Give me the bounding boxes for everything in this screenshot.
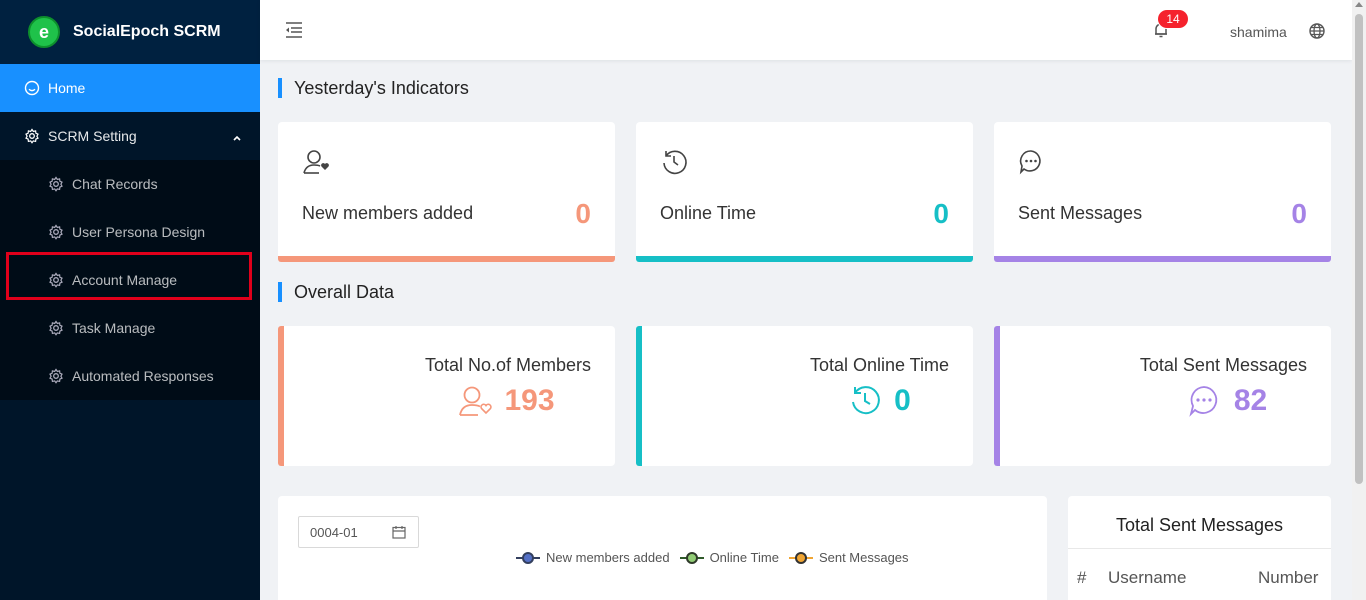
sidebar-item-label: Chat Records <box>72 176 158 192</box>
calendar-icon <box>392 525 406 539</box>
sidebar-item-user-persona-design[interactable]: User Persona Design <box>0 208 260 256</box>
gear-icon <box>48 320 64 336</box>
chat-bubble-icon <box>1018 148 1048 176</box>
legend-marker <box>788 551 813 564</box>
sent-messages-table-card: Total Sent Messages # Username Number <box>1068 496 1331 600</box>
legend-item-online-time[interactable]: Online Time <box>679 550 779 565</box>
sidebar: e SocialEpoch SCRM Home SCRM Setting Cha… <box>0 0 260 600</box>
table-title: Total Sent Messages <box>1115 515 1284 535</box>
notification-badge: 14 <box>1158 10 1188 28</box>
overall-value: 82 <box>1233 384 1268 417</box>
legend-label: New members added <box>546 550 670 565</box>
month-picker[interactable]: 0004-01 <box>298 516 419 548</box>
indicator-value: 0 <box>933 198 949 229</box>
indicator-color-bar <box>278 256 615 262</box>
smile-icon <box>24 80 40 96</box>
sidebar-item-label: User Persona Design <box>72 224 206 240</box>
menu-fold-icon[interactable] <box>284 20 304 40</box>
sidebar-item-account-manage[interactable]: Account Manage <box>0 256 260 304</box>
logo-bar: e SocialEpoch SCRM <box>0 0 260 64</box>
sidebar-item-chat-records[interactable]: Chat Records <box>0 160 260 208</box>
trend-chart-card: 0004-01 New members added Online Time Se… <box>278 496 1047 600</box>
chevron-up-icon <box>232 130 242 146</box>
indicator-label: New members added <box>302 203 474 223</box>
indicator-label: Online Time <box>660 203 757 223</box>
gear-icon <box>48 176 64 192</box>
globe-icon[interactable] <box>1308 22 1326 40</box>
app-title: SocialEpoch SCRM <box>73 23 221 40</box>
column-header-username: Username <box>1108 568 1187 587</box>
overall-value: 0 <box>894 384 911 417</box>
section-title-yesterday: Yesterday's Indicators <box>278 78 469 98</box>
overall-label: Total Sent Messages <box>1139 355 1307 375</box>
clock-history-icon <box>660 148 690 176</box>
overall-label: Total No.of Members <box>424 355 591 375</box>
user-heart-icon <box>302 148 332 176</box>
overall-value: 193 <box>504 384 555 417</box>
overall-label: Total Online Time <box>809 355 949 375</box>
scroll-up-arrow-icon[interactable] <box>1355 2 1363 7</box>
logo-letter: e <box>38 21 49 42</box>
gear-icon <box>48 224 64 240</box>
indicator-card-online-time: Online Time 0 <box>636 122 973 262</box>
sidebar-item-automated-responses[interactable]: Automated Responses <box>0 352 260 400</box>
legend-item-sent-messages[interactable]: Sent Messages <box>788 550 909 565</box>
column-header-index: # <box>1077 568 1087 587</box>
scrm-setting-submenu: Chat Records User Persona Design Account… <box>0 160 260 400</box>
indicator-card-sent-messages: Sent Messages 0 <box>994 122 1331 262</box>
indicator-card-new-members: New members added 0 <box>278 122 615 262</box>
sidebar-item-scrm-setting[interactable]: SCRM Setting <box>0 112 260 160</box>
overall-card-members: Total No.of Members 193 <box>278 326 615 466</box>
sidebar-item-label: Automated Responses <box>72 368 214 384</box>
user-menu[interactable]: shamima <box>1230 24 1287 40</box>
chart-legend: New members added Online Time Sent Messa… <box>516 550 919 565</box>
clock-history-icon <box>848 384 884 418</box>
month-picker-value: 0004-01 <box>310 525 358 540</box>
indicator-color-bar <box>994 256 1331 262</box>
legend-label: Online Time <box>709 550 779 565</box>
legend-item-new-members[interactable]: New members added <box>516 550 670 565</box>
sidebar-item-task-manage[interactable]: Task Manage <box>0 304 260 352</box>
sidebar-item-home[interactable]: Home <box>0 64 260 112</box>
indicator-value: 0 <box>1291 198 1307 229</box>
gear-icon <box>48 368 64 384</box>
gear-icon <box>24 128 40 144</box>
indicator-value: 0 <box>575 198 591 229</box>
legend-marker <box>516 551 540 564</box>
column-header-number: Number <box>1258 568 1319 587</box>
legend-marker <box>679 551 704 564</box>
user-heart-icon <box>458 384 494 418</box>
sidebar-item-label: SCRM Setting <box>48 128 137 144</box>
sidebar-item-label: Home <box>48 80 86 96</box>
table-divider <box>1068 548 1331 549</box>
page-scrollbar[interactable] <box>1352 0 1366 600</box>
chat-bubble-icon <box>1188 384 1224 418</box>
gear-icon <box>48 272 64 288</box>
sidebar-item-label: Task Manage <box>72 320 156 336</box>
indicator-color-bar <box>636 256 973 262</box>
section-title-overall: Overall Data <box>278 282 394 302</box>
scroll-thumb[interactable] <box>1355 14 1363 484</box>
logo-icon: e <box>28 16 60 48</box>
overall-card-sent-messages: Total Sent Messages 82 <box>994 326 1331 466</box>
indicator-label: Sent Messages <box>1018 203 1143 223</box>
overall-card-online-time: Total Online Time 0 <box>636 326 973 466</box>
sidebar-item-label: Account Manage <box>72 272 178 288</box>
legend-label: Sent Messages <box>818 550 909 565</box>
top-header: 14 shamima <box>260 0 1352 60</box>
